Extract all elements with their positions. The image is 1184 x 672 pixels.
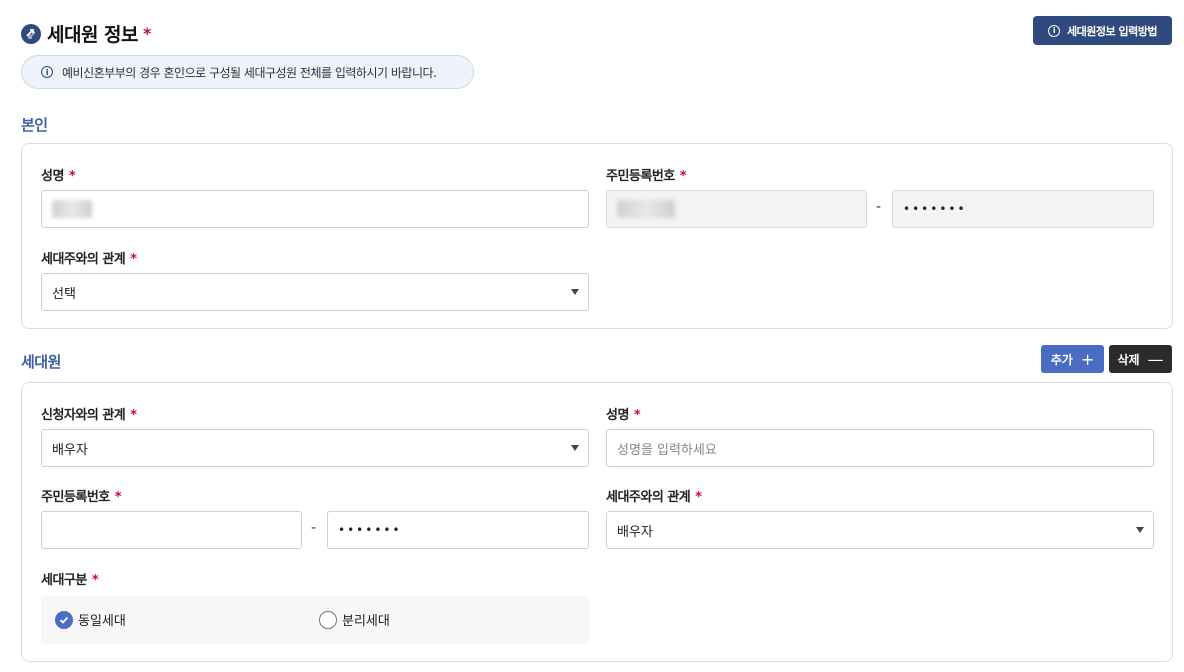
self-card: 성명 * 주민등록번호 * - ••••••• 세대주와의 관계 * 선택 [21,143,1173,329]
member-name-label: 성명 * [606,408,641,423]
rrn-separator: - [311,520,317,536]
member-rrn-back-input[interactable]: ••••••• [327,511,589,549]
member-card: 신청자와의 관계 * 배우자 성명 * 성명을 입력하세요 주민등록번호 * - ••… [21,382,1173,662]
plus-icon: + [1080,349,1095,369]
delete-member-button[interactable]: 삭제 — [1109,345,1172,373]
select-value: 배우자 [52,442,88,458]
applicant-relation-label: 신청자와의 관계 * [41,408,137,423]
required-mark: * [143,24,152,43]
input-guide-label: 세대원정보 입력방법 [1067,24,1157,38]
link-icon [21,23,41,44]
self-section-title: 본인 [21,116,48,134]
household-type-group: 동일세대 분리세대 [41,596,589,644]
redacted-value [52,200,92,218]
self-relation-label: 세대주와의 관계 * [41,252,137,267]
page-title-row: 세대원 정보 * [21,20,151,47]
select-value: 배우자 [617,524,653,540]
self-name-input[interactable] [41,190,589,228]
self-rrn-back-input[interactable]: ••••••• [892,190,1154,228]
notice-banner: i 예비신혼부부의 경우 혼인으로 구성될 세대구성원 전체를 입력하시기 바랍… [21,55,474,89]
select-value: 선택 [52,286,76,302]
household-type-label: 세대구분 * [41,573,99,588]
applicant-relation-select[interactable]: 배우자 [41,429,589,467]
self-rrn-label: 주민등록번호 * [606,169,687,184]
add-member-button[interactable]: 추가 + [1041,345,1104,373]
head-relation-label: 세대주와의 관계 * [606,490,702,505]
info-icon: i [41,66,53,78]
rrn-separator: - [876,199,882,215]
check-circle-icon [55,610,73,629]
info-icon: i [1048,24,1061,37]
self-relation-select[interactable]: 선택 [41,273,589,311]
member-section-title: 세대원 [21,353,61,371]
minus-icon: — [1147,349,1164,369]
member-rrn-label: 주민등록번호 * [41,490,122,505]
member-rrn-front-input[interactable] [41,511,302,549]
head-relation-select[interactable]: 배우자 [606,511,1154,549]
page-title: 세대원 정보 [47,24,139,46]
radio-separate-household[interactable]: 분리세대 [319,610,390,629]
caret-down-icon [571,289,579,295]
self-rrn-front-input[interactable] [606,190,867,228]
placeholder-text: 성명을 입력하세요 [617,442,717,458]
radio-label: 동일세대 [78,614,126,629]
redacted-value [617,200,675,218]
caret-down-icon [1136,527,1144,533]
self-name-label: 성명 * [41,169,76,184]
radio-circle-icon [319,610,337,629]
notice-text: 예비신혼부부의 경우 혼인으로 구성될 세대구성원 전체를 입력하시기 바랍니다… [62,65,437,80]
radio-label: 분리세대 [342,614,390,629]
caret-down-icon [571,445,579,451]
input-guide-button[interactable]: i 세대원정보 입력방법 [1033,16,1172,45]
radio-same-household[interactable]: 동일세대 [55,610,126,629]
member-name-input[interactable]: 성명을 입력하세요 [606,429,1154,467]
